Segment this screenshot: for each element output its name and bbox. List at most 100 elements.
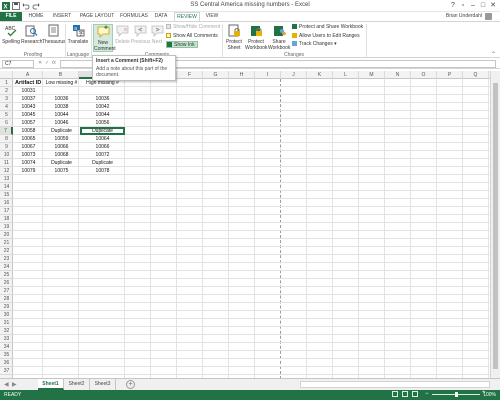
select-all-corner[interactable] <box>0 71 13 79</box>
row-header-11[interactable]: 11 <box>0 159 13 167</box>
row-header-23[interactable]: 23 <box>0 255 13 263</box>
page-layout-view-icon[interactable] <box>402 391 408 397</box>
collapse-ribbon-icon[interactable]: ⌃ <box>491 51 496 58</box>
show-all-comments-button[interactable]: Show All Comments <box>166 33 218 40</box>
protect-workbook-button[interactable]: Protect Workbook <box>245 24 267 52</box>
table-cell[interactable]: 10075 <box>44 167 79 175</box>
table-cell[interactable]: 10058 <box>14 127 43 135</box>
show-hide-comment-button[interactable]: Show/Hide Comment <box>166 24 220 31</box>
sheet-tab-1[interactable]: Sheet1 <box>38 379 64 390</box>
table-cell[interactable] <box>44 87 79 95</box>
table-cell[interactable]: Duplicate <box>44 127 79 135</box>
row-header-25[interactable]: 25 <box>0 271 13 279</box>
row-header-6[interactable]: 6 <box>0 119 13 127</box>
row-header-26[interactable]: 26 <box>0 279 13 287</box>
translate-button[interactable]: a字 Translate <box>67 24 89 52</box>
page-break-view-icon[interactable] <box>412 391 418 397</box>
row-header-15[interactable]: 15 <box>0 191 13 199</box>
user-name[interactable]: Brian Underdahl <box>446 13 482 19</box>
sheet-tab-3[interactable]: Sheet3 <box>90 379 116 390</box>
column-header-n[interactable]: N <box>385 71 411 79</box>
table-cell[interactable]: 10037 <box>14 95 43 103</box>
table-cell[interactable]: 10073 <box>14 151 43 159</box>
table-cell[interactable]: 10042 <box>80 103 125 111</box>
table-cell[interactable]: 10072 <box>80 151 125 159</box>
table-cell[interactable]: 10043 <box>14 103 43 111</box>
row-header-29[interactable]: 29 <box>0 303 13 311</box>
column-header-i[interactable]: I <box>255 71 281 79</box>
tab-formulas[interactable]: FORMULAS <box>119 12 149 21</box>
table-cell[interactable]: 10036 <box>80 95 125 103</box>
help-button[interactable]: ? <box>448 1 458 10</box>
table-cell[interactable]: 10031 <box>14 87 43 95</box>
tab-home[interactable]: HOME <box>25 12 47 21</box>
table-cell[interactable]: 10066 <box>80 143 125 151</box>
table-cell[interactable]: 10074 <box>14 159 43 167</box>
column-header-a[interactable]: A <box>13 71 43 79</box>
row-header-16[interactable]: 16 <box>0 199 13 207</box>
table-cell[interactable]: 10044 <box>80 111 125 119</box>
delete-comment-button[interactable]: Delete <box>115 24 130 52</box>
vertical-scrollbar[interactable] <box>490 71 500 378</box>
table-cell[interactable]: 10059 <box>44 135 79 143</box>
row-header-12[interactable]: 12 <box>0 167 13 175</box>
show-ink-button[interactable]: Show Ink <box>166 41 198 48</box>
tab-page-layout[interactable]: PAGE LAYOUT <box>78 12 116 21</box>
row-header-30[interactable]: 30 <box>0 311 13 319</box>
scroll-tabs-left-icon[interactable]: ◀ <box>4 381 9 388</box>
row-header-32[interactable]: 32 <box>0 327 13 335</box>
table-cell[interactable]: 10064 <box>80 135 125 143</box>
column-header-l[interactable]: L <box>333 71 359 79</box>
row-header-21[interactable]: 21 <box>0 239 13 247</box>
ribbon-display-button[interactable]: ▫ <box>458 1 468 10</box>
row-header-9[interactable]: 9 <box>0 143 13 151</box>
tab-data[interactable]: DATA <box>152 12 170 21</box>
row-header-14[interactable]: 14 <box>0 183 13 191</box>
table-cell[interactable]: 10066 <box>44 143 79 151</box>
table-cell[interactable]: 10046 <box>44 119 79 127</box>
column-header-g[interactable]: G <box>203 71 229 79</box>
worksheet-grid[interactable]: ABCDEFGHIJKLMNOPQ 1234567891011121314151… <box>0 71 496 378</box>
tab-review[interactable]: REVIEW <box>174 12 200 21</box>
horizontal-scrollbar[interactable] <box>300 381 490 388</box>
row-header-19[interactable]: 19 <box>0 223 13 231</box>
tab-view[interactable]: VIEW <box>203 12 221 21</box>
next-comment-button[interactable]: Next <box>150 24 164 52</box>
table-cell[interactable]: 10057 <box>14 119 43 127</box>
header-cell[interactable]: Low missing # <box>44 79 79 87</box>
table-cell[interactable]: Duplicate <box>44 159 79 167</box>
table-cell[interactable]: 10056 <box>80 119 125 127</box>
row-header-2[interactable]: 2 <box>0 87 13 95</box>
row-header-35[interactable]: 35 <box>0 351 13 359</box>
tab-file[interactable]: FILE <box>0 12 22 21</box>
table-cell[interactable]: 10065 <box>14 135 43 143</box>
selected-cell[interactable]: Duplicate <box>80 127 125 135</box>
insert-function-icon[interactable]: fx <box>52 60 56 66</box>
scroll-thumb[interactable] <box>493 83 498 369</box>
zoom-slider-knob[interactable] <box>455 392 458 397</box>
scroll-tabs-right-icon[interactable]: ▶ <box>12 381 17 388</box>
column-header-p[interactable]: P <box>437 71 463 79</box>
row-header-33[interactable]: 33 <box>0 335 13 343</box>
table-cell[interactable] <box>80 87 125 95</box>
column-header-k[interactable]: K <box>307 71 333 79</box>
confirm-entry-icon[interactable]: ✓ <box>45 60 49 66</box>
cell-area[interactable]: Artifact ID Low missing # High missing #10… <box>13 79 496 378</box>
table-cell[interactable]: 10068 <box>44 151 79 159</box>
protect-share-workbook-button[interactable]: Protect and Share Workbook <box>292 24 363 31</box>
row-header-36[interactable]: 36 <box>0 359 13 367</box>
row-header-7[interactable]: 7 <box>0 127 13 135</box>
column-header-h[interactable]: H <box>229 71 255 79</box>
row-header-5[interactable]: 5 <box>0 111 13 119</box>
name-box[interactable]: C7 <box>2 60 34 68</box>
table-cell[interactable]: 10045 <box>14 111 43 119</box>
spelling-button[interactable]: ABC Spelling <box>2 24 20 52</box>
thesaurus-button[interactable]: Thesaurus <box>42 24 66 52</box>
column-header-b[interactable]: B <box>43 71 79 79</box>
row-header-1[interactable]: 1 <box>0 79 13 87</box>
table-cell[interactable]: 10038 <box>44 103 79 111</box>
minimize-button[interactable]: – <box>468 1 478 10</box>
add-sheet-button[interactable]: + <box>126 380 135 389</box>
row-header-37[interactable]: 37 <box>0 367 13 375</box>
protect-sheet-button[interactable]: Protect Sheet <box>224 24 244 52</box>
